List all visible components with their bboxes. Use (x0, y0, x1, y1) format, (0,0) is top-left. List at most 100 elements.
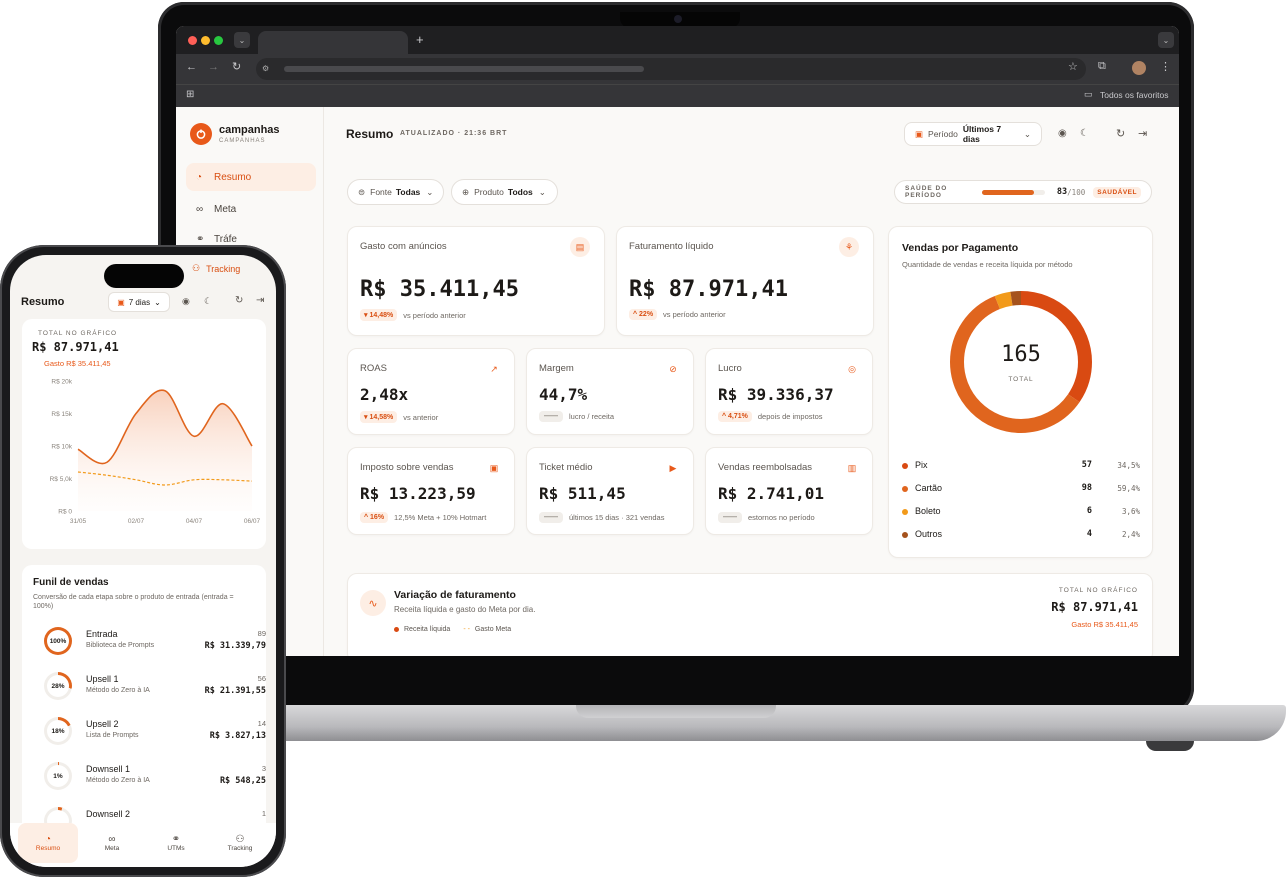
card-value: R$ 35.411,45 (360, 277, 519, 302)
payments-title: Vendas por Pagamento (902, 242, 1019, 254)
period-selector[interactable]: ▣ Período Últimos 7 dias ⌄ (904, 122, 1042, 146)
change-note: últimos 15 dias · 321 vendas (569, 513, 665, 522)
browser-tab[interactable] (258, 31, 408, 54)
user-icon: ⚇ (235, 834, 245, 845)
funnel-product: Método do Zero à IA (86, 687, 150, 694)
sidebar-item-resumo[interactable]: ◔ Resumo (186, 163, 316, 191)
period-value: Últimos 7 dias (962, 124, 1002, 144)
nav-meta[interactable]: ∞ Meta (82, 823, 142, 863)
funnel-value: R$ 548,25 (219, 776, 266, 786)
funnel-row[interactable]: 1% Downsell 1 Método do Zero à IA 3 R$ 548,2… (34, 762, 270, 806)
y-tick-label: R$ 5,0k (50, 476, 73, 483)
payment-method-count: 98 (1081, 483, 1092, 493)
funnel-row[interactable]: 100% Entrada Biblioteca de Prompts 89 R$ 31.… (34, 627, 270, 671)
card-label: Gasto com anúncios (360, 241, 447, 252)
funnel-row[interactable]: 18% Upsell 2 Lista de Prompts 14 R$ 3.827,13 (34, 717, 270, 761)
payment-method-name: Outros (915, 529, 943, 539)
trend-up-icon: ↗ (490, 363, 498, 374)
funnel-subtitle: Conversão de cada etapa sobre o produto … (33, 594, 234, 611)
source-filter[interactable]: ⊜ Fonte Todas ⌄ (347, 179, 444, 205)
moon-icon[interactable]: ☾ (204, 296, 212, 307)
browser-menu-icon[interactable]: ⋮ (1160, 60, 1171, 73)
legend-dot (902, 463, 908, 469)
card-value: 44,7% (539, 385, 588, 404)
reload-icon[interactable]: ↻ (232, 60, 241, 73)
all-bookmarks-link[interactable]: Todos os favoritos (1100, 90, 1169, 100)
funnel-count: 14 (257, 719, 266, 728)
payment-method-row: Boleto 6 3,6% (902, 505, 1140, 521)
payment-method-pct: 3,6% (1121, 507, 1140, 516)
extensions-icon[interactable]: ⧉ (1098, 60, 1106, 73)
product-filter-label: Produto (474, 187, 504, 197)
maximize-window-button[interactable] (214, 36, 223, 45)
ring-inner: 100% (47, 630, 69, 652)
nav-resumo[interactable]: ◔ Resumo (18, 823, 78, 863)
user-icon: ⚇ (192, 263, 201, 273)
back-icon[interactable]: ← (186, 61, 197, 73)
funnel-product: Método do Zero à IA (86, 777, 150, 784)
phone-period-selector[interactable]: ▣ 7 dias ⌄ (108, 292, 170, 312)
sidebar-item-meta[interactable]: ∞ Meta (186, 195, 316, 223)
forward-icon[interactable]: → (208, 61, 219, 73)
nav-utms[interactable]: ⚭ UTMs (146, 823, 206, 863)
y-tick-label: R$ 0 (58, 509, 72, 516)
eye-icon[interactable]: ◉ (182, 296, 190, 307)
close-window-button[interactable] (188, 36, 197, 45)
gauge-icon: ◔ (196, 171, 203, 183)
card-value: R$ 13.223,59 (360, 484, 476, 503)
nav-label: Tracking (227, 845, 253, 852)
card-label: Vendas reembolsadas (718, 462, 813, 473)
payment-method-count: 6 (1086, 506, 1092, 516)
card-label: Ticket médio (539, 462, 593, 473)
phone-dynamic-island (104, 264, 184, 288)
phone-chart-card: TOTAL NO GRÁFICO R$ 87.971,41 Gasto R$ 3… (22, 319, 266, 549)
y-tick-label: R$ 10k (51, 444, 72, 451)
profile-avatar[interactable] (1132, 61, 1146, 75)
card-net-revenue: Faturamento líquido ⚘ R$ 87.971,41 ^ 22%… (616, 226, 874, 336)
app-name: campanhas (219, 124, 280, 136)
site-info-icon[interactable]: ⚙ (262, 64, 272, 74)
card-value: 2,48x (360, 385, 409, 404)
payment-method-pct: 2,4% (1121, 530, 1140, 539)
sidebar-item-label: Meta (214, 203, 237, 215)
funnel-pct: 18% (51, 727, 65, 735)
bookmarks-bar: ⊞ ▭ Todos os favoritos (176, 84, 1179, 107)
infinity-icon: ∞ (108, 834, 116, 845)
funnel-stage: Downsell 1 (86, 764, 131, 774)
legend-dot-revenue (394, 627, 399, 632)
funnel-count: 1 (261, 809, 266, 818)
health-bar-fill (981, 189, 1035, 195)
laptop-hinge-notch (576, 705, 776, 718)
legend-dash-spend: - - (463, 626, 470, 633)
eye-icon[interactable]: ◉ (1058, 128, 1067, 139)
minimize-window-button[interactable] (201, 36, 210, 45)
database-icon: ⊜ (358, 186, 366, 197)
card-refunds: Vendas reembolsadas ▥ R$ 2.741,01 —— est… (705, 447, 873, 535)
logout-icon[interactable]: ⇥ (1138, 127, 1147, 140)
product-filter[interactable]: ⊕ Produto Todos ⌄ (451, 179, 558, 205)
refresh-icon[interactable]: ↻ (1116, 127, 1125, 140)
address-bar[interactable]: ⚙ (256, 58, 1086, 80)
period-label: Período (928, 129, 958, 139)
tab-search-icon[interactable]: ⌄ (234, 32, 250, 48)
card-sales-tax: Imposto sobre vendas ▣ R$ 13.223,59 ^ 16… (347, 447, 515, 535)
infinity-icon: ∞ (196, 203, 204, 215)
moon-icon[interactable]: ☾ (1080, 128, 1089, 139)
funnel-row[interactable]: 28% Upsell 1 Método do Zero à IA 56 R$ 21.39… (34, 672, 270, 716)
source-filter-label: Fonte (370, 187, 392, 197)
new-tab-button[interactable]: + (416, 32, 424, 47)
nav-tracking[interactable]: ⚇ Tracking (210, 823, 270, 863)
phone-period-value: 7 dias (128, 297, 151, 307)
tab-list-icon[interactable]: ⌄ (1158, 32, 1174, 48)
bookmark-star-icon[interactable]: ☆ (1068, 60, 1078, 73)
refresh-icon[interactable]: ↻ (235, 295, 243, 306)
phone-page-title: Resumo (21, 296, 65, 308)
variation-spend: Gasto R$ 35.411,45 (1071, 620, 1138, 629)
chevron-down-icon: ⌄ (1023, 128, 1031, 139)
apps-grid-icon[interactable]: ⊞ (186, 89, 194, 100)
card-avg-ticket: Ticket médio ▶ R$ 511,45 —— últimos 15 d… (526, 447, 694, 535)
legend-dot (902, 486, 908, 492)
sidebar-item-tracking[interactable]: ⚇ Tracking (192, 263, 240, 274)
coin-icon: ◎ (848, 363, 856, 374)
logout-icon[interactable]: ⇥ (256, 295, 264, 306)
